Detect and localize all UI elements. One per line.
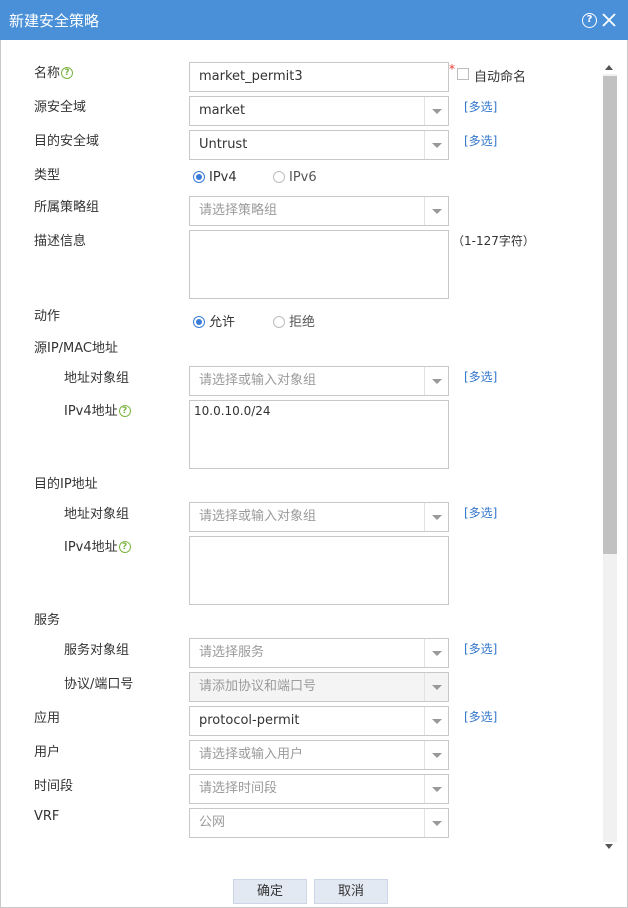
src-obj-group-multi-link[interactable]: [多选] — [464, 368, 497, 385]
type-radio-ipv6[interactable]: IPv6 — [273, 170, 317, 185]
chevron-down-icon[interactable] — [424, 673, 448, 701]
question-icon[interactable]: ? — [118, 404, 131, 417]
scroll-down-icon[interactable] — [605, 844, 613, 849]
chevron-down-icon[interactable] — [424, 503, 448, 531]
user-label: 用户 — [34, 745, 61, 760]
type-radio-ipv4[interactable]: IPv4 — [193, 170, 237, 185]
service-obj-group-label: 服务对象组 — [64, 643, 130, 658]
close-icon[interactable] — [601, 11, 617, 29]
ok-button[interactable]: 确定 — [233, 879, 307, 904]
dst-zone-multi-link[interactable]: [多选] — [464, 132, 497, 149]
service-label: 服务 — [34, 613, 61, 628]
scroll-thumb[interactable] — [603, 76, 617, 554]
dst-obj-group-multi-link[interactable]: [多选] — [464, 504, 497, 521]
time-label: 时间段 — [34, 779, 74, 794]
desc-label: 描述信息 — [34, 234, 87, 249]
chevron-down-icon[interactable] — [424, 367, 448, 395]
chevron-down-icon[interactable] — [424, 741, 448, 769]
question-icon[interactable]: ? — [118, 540, 131, 553]
name-label: 名称? — [34, 62, 74, 81]
app-label: 应用 — [34, 711, 61, 726]
app-multi-link[interactable]: [多选] — [464, 708, 497, 725]
auto-name-checkbox[interactable] — [457, 68, 469, 80]
action-label: 动作 — [34, 309, 61, 324]
dst-obj-group-select[interactable]: 请选择或输入对象组 — [189, 502, 449, 532]
src-ipv4-textarea[interactable]: 10.0.10.0/24 — [189, 400, 449, 469]
chevron-down-icon[interactable] — [424, 707, 448, 735]
dst-zone-select[interactable]: Untrust — [189, 130, 449, 160]
type-label: 类型 — [34, 168, 61, 183]
app-select[interactable]: protocol-permit — [189, 706, 449, 736]
dst-obj-group-label: 地址对象组 — [64, 507, 130, 522]
dst-ipv4-textarea[interactable] — [189, 536, 449, 605]
chevron-down-icon[interactable] — [424, 775, 448, 803]
scroll-up-icon[interactable] — [605, 65, 613, 70]
src-zone-multi-link[interactable]: [多选] — [464, 98, 497, 115]
proto-select[interactable]: 请添加协议和端口号 — [189, 672, 449, 702]
action-radio-deny[interactable]: 拒绝 — [273, 311, 315, 330]
dst-zone-label: 目的安全域 — [34, 134, 100, 149]
help-icon[interactable]: ? — [582, 13, 597, 28]
chevron-down-icon[interactable] — [424, 131, 448, 159]
src-obj-group-select[interactable]: 请选择或输入对象组 — [189, 366, 449, 396]
service-obj-group-select[interactable]: 请选择服务 — [189, 638, 449, 668]
src-zone-select[interactable]: market — [189, 96, 449, 126]
dialog-title: 新建安全策略 — [9, 12, 100, 30]
time-select[interactable]: 请选择时间段 — [189, 774, 449, 804]
vrf-label: VRF — [34, 809, 60, 824]
desc-textarea[interactable] — [189, 230, 449, 299]
vertical-scrollbar[interactable] — [602, 60, 618, 858]
src-ipv4-label: IPv4地址? — [64, 400, 131, 419]
chevron-down-icon[interactable] — [424, 197, 448, 225]
action-radio-permit[interactable]: 允许 — [193, 311, 235, 330]
required-mark: * — [449, 62, 455, 76]
chevron-down-icon[interactable] — [424, 809, 448, 837]
chevron-down-icon[interactable] — [424, 97, 448, 125]
dst-ip-label: 目的IP地址 — [34, 477, 98, 492]
dialog-titlebar: 新建安全策略 ? — [0, 0, 628, 40]
question-icon[interactable]: ? — [61, 66, 74, 79]
proto-label: 协议/端口号 — [64, 677, 134, 692]
cancel-button[interactable]: 取消 — [314, 879, 388, 904]
src-ip-label: 源IP/MAC地址 — [34, 341, 119, 356]
chevron-down-icon[interactable] — [424, 639, 448, 667]
dst-ipv4-label: IPv4地址? — [64, 536, 131, 555]
vrf-select[interactable]: 公网 — [189, 808, 449, 838]
desc-hint: （1-127字符） — [452, 234, 535, 248]
src-obj-group-label: 地址对象组 — [64, 371, 130, 386]
name-input[interactable]: market_permit3 — [189, 62, 449, 92]
auto-name-label: 自动命名 — [474, 70, 527, 85]
user-select[interactable]: 请选择或输入用户 — [189, 740, 449, 770]
group-label: 所属策略组 — [34, 200, 100, 215]
service-multi-link[interactable]: [多选] — [464, 640, 497, 657]
group-select[interactable]: 请选择策略组 — [189, 196, 449, 226]
src-zone-label: 源安全域 — [34, 100, 87, 115]
